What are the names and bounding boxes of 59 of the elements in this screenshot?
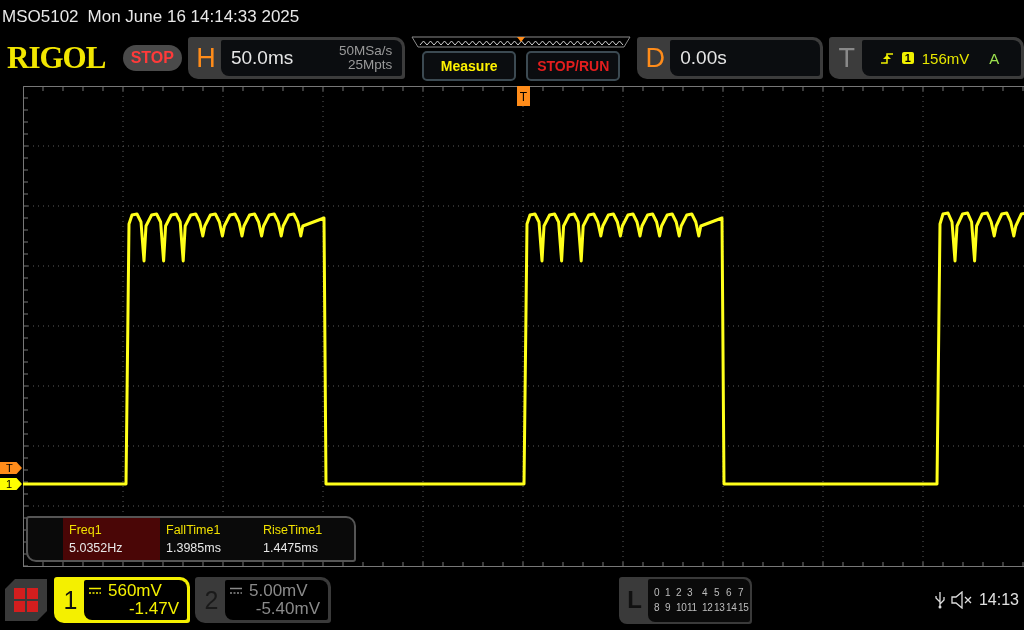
timebase-value: 50.0ms xyxy=(230,47,294,69)
logic-channel-number: 5 xyxy=(714,587,721,598)
usb-icon xyxy=(934,591,945,609)
logic-channel-number: 8 xyxy=(654,602,661,613)
channel-number: 1 xyxy=(62,584,79,616)
date-time: Mon June 16 14:14:33 2025 xyxy=(87,6,300,27)
level-marker[interactable]: T xyxy=(0,462,22,474)
logic-channel-number: 2 xyxy=(676,587,683,598)
channel-panel[interactable]: 1 560mV -1.47V xyxy=(54,577,190,623)
channel-scale: 5.00mV xyxy=(249,582,308,600)
channel-offset: -1.47V xyxy=(128,600,179,618)
logic-channel-number: 4 xyxy=(702,587,709,598)
delay-value: 0.00s xyxy=(680,47,727,69)
measurement-item[interactable]: FallTime1 1.3985ms xyxy=(160,518,257,560)
logic-channel-number: 6 xyxy=(726,587,733,598)
level-marker[interactable]: 1 xyxy=(0,478,22,490)
horizontal-label: H xyxy=(195,41,217,75)
measurement-name: RiseTime1 xyxy=(263,523,324,537)
speaker-muted-icon xyxy=(949,591,974,609)
stop-run-button[interactable]: STOP/RUN xyxy=(526,50,621,81)
trigger-label: T xyxy=(837,41,856,75)
measurement-item[interactable]: RiseTime1 1.4475ms xyxy=(257,518,354,560)
clock-time: 14:13 xyxy=(978,591,1019,609)
selected-measurement[interactable]: Freq1 5.0352Hz xyxy=(63,518,160,560)
logic-channel-number: 1 xyxy=(665,587,672,598)
channel-offset: -5.40mV xyxy=(255,600,320,618)
measurement-value: 1.3985ms xyxy=(166,541,222,555)
measurement-name: Freq1 xyxy=(69,523,103,537)
dc-coupling-icon xyxy=(229,587,243,595)
logic-channel-number: 13 xyxy=(714,602,726,613)
trigger-level: 156mV xyxy=(921,49,970,67)
logic-channel-number: 9 xyxy=(665,602,672,613)
rising-edge-icon xyxy=(879,51,894,65)
logic-channel-number: 11 xyxy=(687,602,698,613)
logic-channel-number: 15 xyxy=(738,602,750,613)
trigger-source-badge: 1 xyxy=(901,52,914,64)
measurement-value: 1.4475ms xyxy=(263,541,319,555)
measurement-value: 5.0352Hz xyxy=(69,541,124,555)
trigger-mode: A xyxy=(989,49,1000,67)
trigger-panel[interactable]: T 1 156mV A xyxy=(828,37,1024,79)
measurement-name: FallTime1 xyxy=(166,523,222,537)
sample-rate: 50MSa/s xyxy=(338,44,393,58)
dc-coupling-icon xyxy=(88,587,102,595)
rigol-logo: RIGOL xyxy=(7,39,107,77)
logic-channel-number: 0 xyxy=(654,587,661,598)
delay-panel[interactable]: D 0.00s xyxy=(637,37,823,79)
trigger-position-marker[interactable]: T xyxy=(517,86,530,106)
delay-label: D xyxy=(644,41,666,75)
memory-depth: 25Mpts xyxy=(347,58,393,72)
menu-grid-icon[interactable] xyxy=(3,577,49,623)
horizontal-panel[interactable]: H 50.0ms 50MSa/s 25Mpts xyxy=(187,37,406,79)
logic-channel-number: 3 xyxy=(687,587,694,598)
logic-channel-number: 12 xyxy=(702,602,714,613)
logic-channel-number: 10 xyxy=(676,602,687,613)
model-name: MSO5102 xyxy=(2,6,79,27)
logic-channel-number: 7 xyxy=(738,587,745,598)
channel-scale: 560mV xyxy=(108,582,162,600)
measure-button[interactable]: Measure xyxy=(422,50,517,81)
logic-channel-number: 14 xyxy=(726,602,738,613)
